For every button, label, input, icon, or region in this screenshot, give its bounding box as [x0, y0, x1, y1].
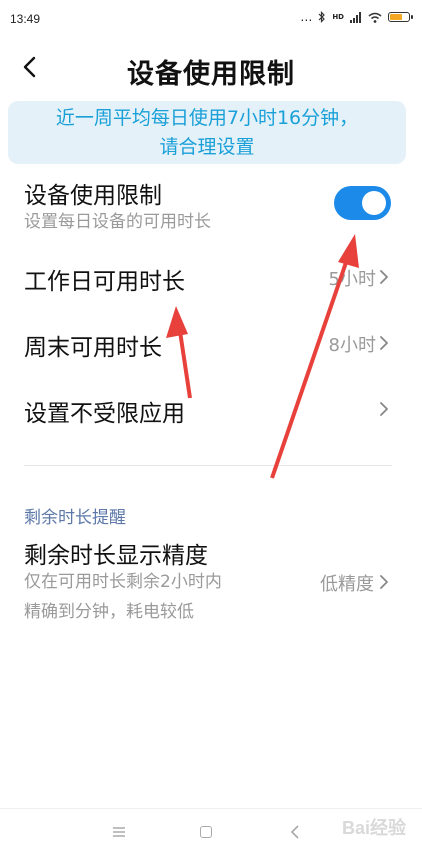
precision-subtitle-2: 精确到分钟，耗电较低: [24, 602, 194, 622]
page-title: 设备使用限制: [127, 59, 295, 90]
chevron-right-icon: [380, 402, 388, 416]
chevron-right-icon: [380, 270, 388, 284]
unrestricted-apps-row[interactable]: 设置不受限应用: [0, 384, 422, 436]
home-icon[interactable]: [200, 826, 212, 838]
device-limit-toggle[interactable]: [334, 186, 391, 220]
banner-line-2: 请合理设置: [159, 136, 255, 158]
weekend-limit-row[interactable]: 周末可用时长 8小时: [0, 318, 422, 370]
navbar-divider: [0, 808, 422, 809]
workday-limit-value: 5小时: [328, 269, 376, 290]
workday-limit-row[interactable]: 工作日可用时长 5小时: [0, 252, 422, 304]
signal-icon: [350, 11, 361, 23]
section-header-reminder: 剩余时长提醒: [24, 508, 126, 528]
weekend-limit-value: 8小时: [328, 335, 376, 356]
precision-subtitle-1: 仅在可用时长剩余2小时内: [24, 572, 222, 592]
battery-icon: [388, 12, 413, 22]
network-type: HD: [332, 13, 344, 21]
usage-summary-banner: 近一周平均每日使用7小时16分钟， 请合理设置: [8, 101, 406, 164]
bluetooth-icon: [318, 11, 326, 23]
precision-value: 低精度: [320, 574, 374, 595]
precision-row[interactable]: 剩余时长显示精度 仅在可用时长剩余2小时内 精确到分钟，耗电较低 低精度: [0, 530, 422, 630]
chevron-right-icon: [380, 575, 388, 589]
wifi-icon: [368, 12, 382, 23]
weekend-limit-title: 周末可用时长: [24, 335, 162, 361]
workday-limit-title: 工作日可用时长: [24, 269, 185, 295]
precision-title: 剩余时长显示精度: [24, 543, 208, 569]
back-icon[interactable]: [290, 825, 300, 839]
device-limit-subtitle: 设置每日设备的可用时长: [24, 212, 211, 232]
banner-line-1: 近一周平均每日使用7小时16分钟，: [55, 107, 359, 129]
chevron-right-icon: [380, 336, 388, 350]
watermark: Bai经验: [341, 818, 406, 838]
status-icons: … HD: [300, 10, 413, 24]
unrestricted-apps-title: 设置不受限应用: [24, 401, 185, 427]
toggle-knob: [362, 191, 386, 215]
notification-dots: …: [300, 10, 313, 24]
menu-icon[interactable]: [112, 826, 126, 838]
divider: [24, 465, 392, 466]
status-time: 13:49: [10, 12, 41, 26]
device-limit-title: 设备使用限制: [24, 183, 162, 209]
